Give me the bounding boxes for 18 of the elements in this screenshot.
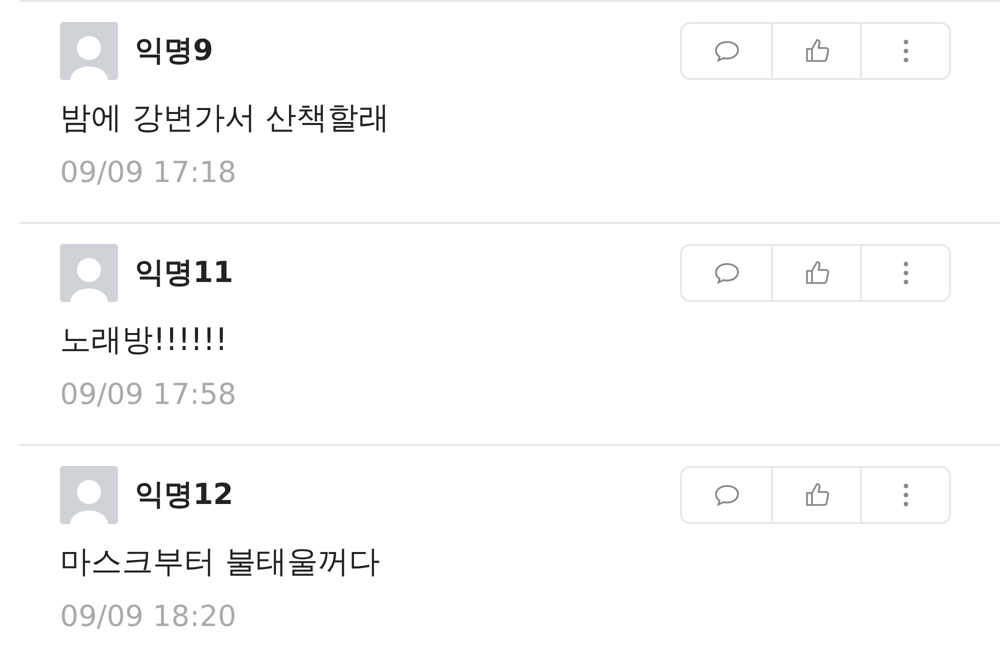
author-name: 익명11: [135, 254, 234, 291]
comment-text: 마스크부터 불태울꺼다: [60, 543, 381, 582]
speech-bubble-icon: [712, 39, 740, 63]
author-name: 익명12: [135, 476, 234, 513]
speech-bubble-icon: [712, 261, 740, 285]
speech-bubble-icon: [712, 483, 740, 507]
avatar-icon: [60, 22, 118, 80]
more-icon: [902, 482, 908, 508]
comment-time: 09/09 17:18: [60, 154, 238, 191]
more-icon: [902, 260, 908, 286]
comment-time: 09/09 17:58: [60, 376, 238, 413]
comment-time: 09/09 18:20: [60, 598, 238, 635]
comment-text: 밤에 강변가서 산책할래: [60, 99, 391, 138]
avatar-icon: [60, 244, 118, 302]
author-name: 익명9: [135, 32, 214, 69]
more-icon: [902, 38, 908, 64]
avatar-icon: [60, 466, 118, 524]
comment-text: 노래방!!!!!!: [60, 321, 229, 360]
